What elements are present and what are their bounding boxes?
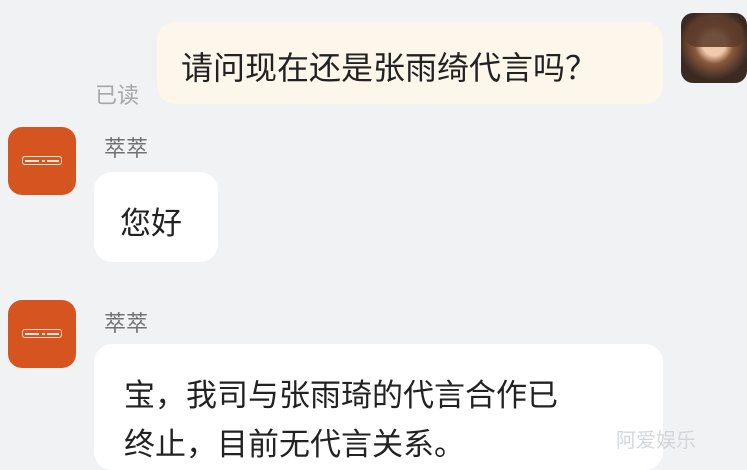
user-avatar[interactable] [681, 13, 747, 83]
watermark: 阿爱娱乐 [616, 428, 696, 452]
outgoing-message-text: 请问现在还是张雨绮代言吗？ [181, 49, 598, 87]
incoming-message-bubble[interactable]: 宝，我司与张雨琦的代言合作已 终止，目前无代言关系。 [94, 344, 663, 470]
brand-logo-icon [22, 156, 62, 165]
message-text-line: 宝，我司与张雨琦的代言合作已 [124, 378, 558, 414]
brand-logo-icon [22, 329, 62, 338]
brand-avatar[interactable] [8, 300, 76, 368]
message-text-line: 终止，目前无代言关系。 [124, 427, 465, 463]
read-status: 已读 [95, 84, 140, 109]
brand-avatar[interactable] [8, 127, 76, 195]
sender-name: 萃萃 [104, 137, 149, 162]
message-text-line: 您好 [120, 206, 182, 242]
user-avatar-image [687, 17, 743, 47]
incoming-message-bubble[interactable]: 您好 [94, 172, 218, 262]
sender-name: 萃萃 [104, 312, 149, 337]
outgoing-message-bubble[interactable]: 请问现在还是张雨绮代言吗？ [157, 22, 663, 104]
